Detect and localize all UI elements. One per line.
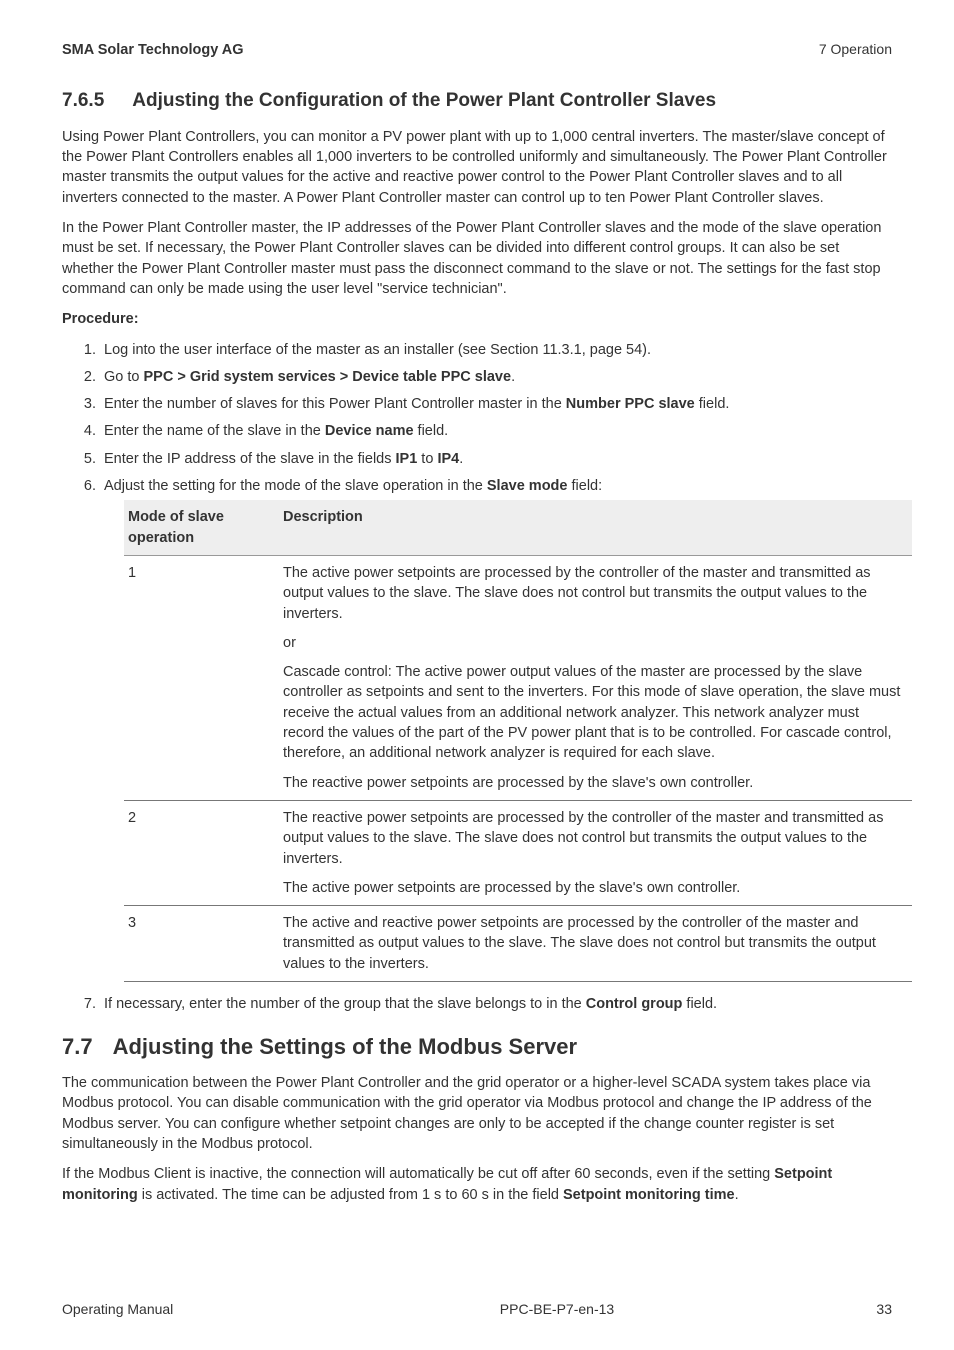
procedure-step: Enter the number of slaves for this Powe… (100, 394, 892, 414)
procedure-step: Log into the user interface of the maste… (100, 340, 892, 360)
table-row: 2 The reactive power setpoints are proce… (124, 800, 912, 905)
table-header-mode: Mode of slave operation (124, 500, 279, 555)
table-row: 3 The active and reactive power setpoint… (124, 906, 912, 982)
procedure-step: Adjust the setting for the mode of the s… (100, 476, 892, 982)
body-paragraph: In the Power Plant Controller master, th… (62, 218, 892, 299)
heading-title: Adjusting the Configuration of the Power… (132, 88, 716, 115)
table-row: 1 The active power setpoints are process… (124, 555, 912, 800)
running-header: SMA Solar Technology AG 7 Operation (62, 40, 892, 60)
table-cell-desc: The active and reactive power setpoints … (279, 906, 912, 982)
table-cell-mode: 3 (124, 906, 279, 982)
table-cell-desc: The active power setpoints are processed… (279, 555, 912, 800)
slave-mode-table: Mode of slave operation Description 1 Th… (124, 500, 912, 982)
page-footer: Operating Manual PPC-BE-P7-en-13 33 (62, 1290, 892, 1320)
footer-left: Operating Manual (62, 1300, 262, 1320)
table-cell-mode: 1 (124, 555, 279, 800)
procedure-step: Go to PPC > Grid system services > Devic… (100, 367, 892, 387)
body-paragraph: If the Modbus Client is inactive, the co… (62, 1164, 892, 1205)
table-cell-desc: The reactive power setpoints are process… (279, 800, 912, 905)
procedure-list: Log into the user interface of the maste… (62, 340, 892, 1015)
footer-doc-id: PPC-BE-P7-en-13 (262, 1300, 852, 1320)
header-company: SMA Solar Technology AG (62, 40, 244, 60)
procedure-step: If necessary, enter the number of the gr… (100, 994, 892, 1014)
heading-number: 7.6.5 (62, 88, 104, 115)
header-chapter: 7 Operation (819, 40, 892, 60)
heading-number: 7.7 (62, 1032, 93, 1063)
body-paragraph: The communication between the Power Plan… (62, 1073, 892, 1154)
table-cell-mode: 2 (124, 800, 279, 905)
footer-page-number: 33 (852, 1300, 892, 1320)
heading-7-6-5: 7.6.5 Adjusting the Configuration of the… (62, 88, 892, 115)
procedure-label: Procedure: (62, 309, 892, 329)
procedure-step: Enter the IP address of the slave in the… (100, 449, 892, 469)
heading-7-7: 7.7 Adjusting the Settings of the Modbus… (62, 1032, 892, 1063)
table-header-desc: Description (279, 500, 912, 555)
heading-title: Adjusting the Settings of the Modbus Ser… (113, 1032, 577, 1063)
procedure-step: Enter the name of the slave in the Devic… (100, 421, 892, 441)
body-paragraph: Using Power Plant Controllers, you can m… (62, 127, 892, 208)
